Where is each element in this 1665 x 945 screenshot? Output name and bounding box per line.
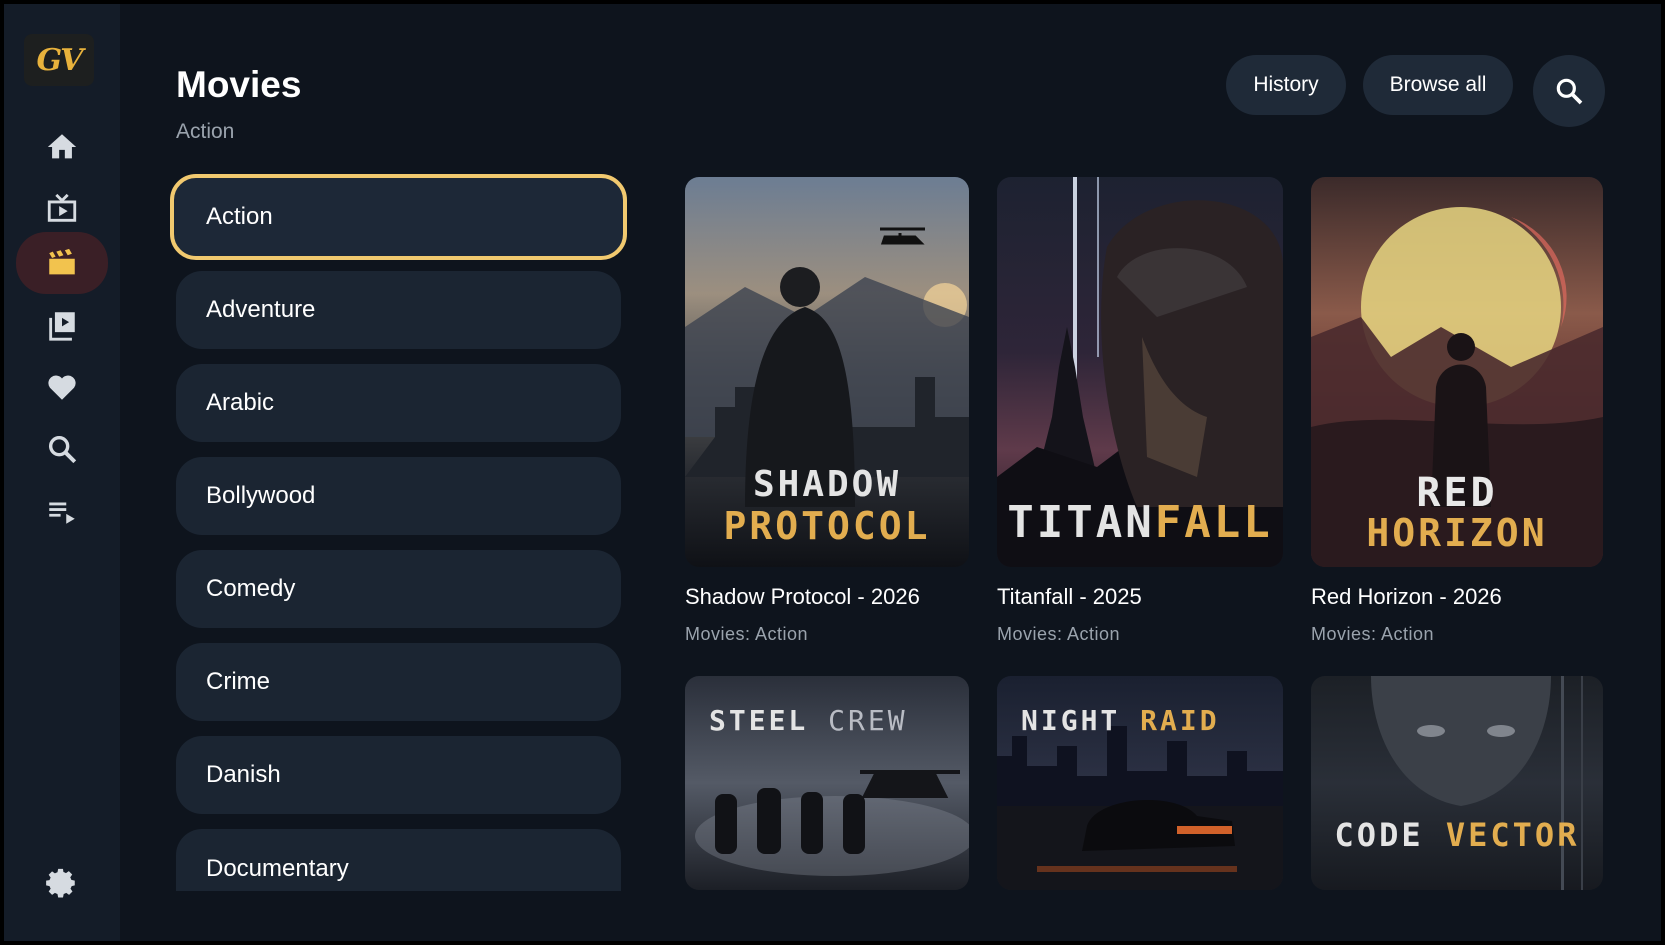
page-title: Movies (176, 64, 302, 105)
movie-subtitle: Movies: Action (997, 624, 1121, 644)
series-icon (49, 312, 75, 341)
poster-title-line2: PROTOCOL (723, 504, 931, 548)
poster-title-part2: CREW (828, 704, 908, 737)
live-tv-icon (47, 193, 77, 222)
nav-movies[interactable] (16, 232, 108, 294)
movie-card[interactable]: SHADOW PROTOCOL (685, 177, 969, 567)
category-bollywood[interactable]: Bollywood (176, 457, 621, 535)
logo-text: GV (36, 42, 84, 78)
search-button[interactable] (1533, 55, 1605, 127)
app-logo[interactable]: GV (24, 34, 94, 86)
nav-home[interactable] (16, 116, 108, 178)
favorites-icon (48, 375, 76, 400)
poster-title-part2: VECTOR (1445, 816, 1580, 854)
movie-subtitle: Movies: Action (685, 624, 809, 644)
movie-card[interactable]: TITANFALL (997, 177, 1283, 567)
poster-art (1371, 676, 1583, 890)
poster-title-part1: STEEL (709, 704, 809, 737)
category-documentary[interactable]: Documentary (176, 829, 621, 891)
movie-title: Shadow Protocol - 2026 (685, 584, 920, 609)
nav-series[interactable] (16, 294, 108, 356)
poster-title-part1: CODE (1334, 816, 1424, 854)
category-arabic[interactable]: Arabic (176, 364, 621, 442)
page-subtitle: Action (176, 120, 235, 143)
category-action[interactable]: Action (170, 174, 627, 260)
poster-title-line2: HORIZON (1366, 511, 1548, 555)
movie-title: Red Horizon - 2026 (1311, 584, 1502, 609)
category-comedy[interactable]: Comedy (176, 550, 621, 628)
movie-card[interactable]: CODE VECTOR (1311, 676, 1603, 890)
movie-card[interactable]: STEEL CREW (685, 676, 969, 890)
poster-title-part1: NIGHT (1021, 704, 1121, 737)
nav-favorites[interactable] (16, 356, 108, 418)
poster-title: STEEL CREW (709, 704, 908, 737)
category-danish[interactable]: Danish (176, 736, 621, 814)
nav-live-tv[interactable] (16, 178, 108, 240)
category-adventure[interactable]: Adventure (176, 271, 621, 349)
nav-settings[interactable] (16, 852, 108, 914)
movie-subtitle: Movies: Action (1311, 624, 1435, 644)
poster-title-line1: SHADOW (752, 464, 902, 505)
home-icon (47, 134, 77, 159)
browse-all-button[interactable]: Browse all (1363, 55, 1513, 115)
history-button[interactable]: History (1226, 55, 1346, 115)
search-icon (1556, 78, 1583, 105)
poster-title: TITANFALL (997, 497, 1283, 548)
playlist-icon (49, 502, 75, 524)
nav-rail: GV (4, 4, 120, 941)
movie-card[interactable]: NIGHT RAID (997, 676, 1283, 890)
nav-playlist[interactable] (16, 480, 108, 542)
movie-title: Titanfall - 2025 (997, 584, 1142, 609)
nav-search[interactable] (16, 418, 108, 480)
settings-icon (46, 868, 75, 898)
poster-title-line1: RED (1416, 470, 1498, 516)
app-window: GV Movies Action History Browse all Acti… (4, 4, 1661, 941)
poster-title-part2: FALL (1154, 497, 1273, 548)
movies-icon (49, 248, 75, 275)
poster-title: NIGHT RAID (1021, 704, 1220, 737)
search-icon (48, 435, 77, 464)
poster-title: CODE VECTOR (1311, 816, 1603, 854)
poster-title-part1: TITAN (1007, 497, 1155, 548)
movie-card[interactable]: RED HORIZON (1311, 177, 1603, 567)
poster-title-part2: RAID (1140, 704, 1220, 737)
category-crime[interactable]: Crime (176, 643, 621, 721)
